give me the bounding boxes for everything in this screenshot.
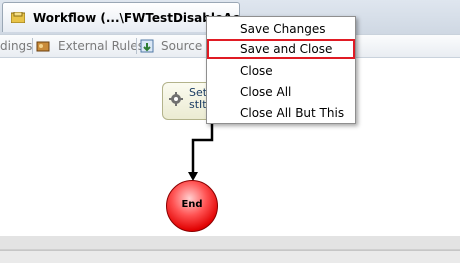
menu-item-close[interactable]: Close xyxy=(207,61,355,81)
end-node-label: End xyxy=(181,199,203,210)
end-node[interactable]: End xyxy=(166,180,218,232)
menu-item-save-changes[interactable]: Save Changes xyxy=(207,19,355,39)
menu-item-save-and-close[interactable]: Save and Close xyxy=(207,39,355,59)
horizontal-scrollbar[interactable] xyxy=(0,236,460,250)
tab-context-menu: Save Changes Save and Close Close Close … xyxy=(206,16,356,124)
status-area xyxy=(0,250,460,263)
menu-item-close-all[interactable]: Close All xyxy=(207,82,355,102)
menu-item-close-all-but-this[interactable]: Close All But This xyxy=(207,103,355,123)
gear-icon xyxy=(169,92,183,106)
